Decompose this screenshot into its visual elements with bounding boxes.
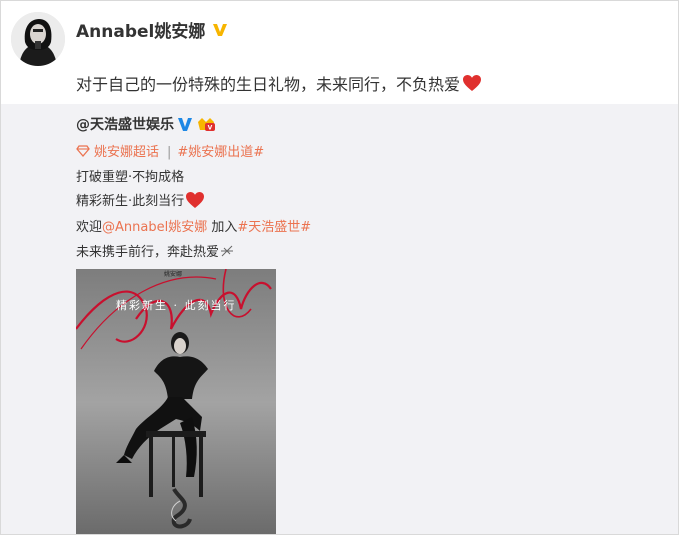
welcome-line: 欢迎@Annabel姚安娜 加入#天浩盛世# bbox=[76, 216, 311, 235]
mention-annabel-link[interactable]: @Annabel姚安娜 bbox=[102, 220, 207, 235]
poster-top-text: 姚安娜 bbox=[164, 271, 183, 278]
reposted-content: @天浩盛世娱乐 V 姚安娜超话 | #姚安娜出道# 打破重塑·不拘成格 精彩新生·此… bbox=[1, 104, 678, 534]
line-new-life-text: 精彩新生·此刻当行 bbox=[76, 194, 185, 209]
annabel-poster-image[interactable]: 姚安娜 精彩新生 · 此刻当行 bbox=[76, 269, 276, 534]
post-text-content: 对于自己的一份特殊的生日礼物，未来同行，不负热爱 bbox=[76, 75, 461, 94]
post-author[interactable]: Annabel姚安娜 bbox=[76, 17, 229, 42]
author-name[interactable]: Annabel姚安娜 bbox=[76, 17, 205, 42]
repost-author-name[interactable]: @天浩盛世娱乐 bbox=[76, 114, 174, 134]
verified-blue-v-icon bbox=[178, 118, 192, 131]
weibo-post-card: Annabel姚安娜 对于自己的一份特殊的生日礼物，未来同行，不负热爱 @天浩盛… bbox=[0, 0, 679, 535]
portrait-avatar-icon bbox=[11, 12, 65, 66]
hashtag-debut-link[interactable]: #姚安娜出道# bbox=[177, 145, 264, 160]
hashtag-tianhao-link[interactable]: #天浩盛世# bbox=[237, 220, 311, 235]
red-heart-icon bbox=[463, 75, 482, 91]
post-text: 对于自己的一份特殊的生日礼物，未来同行，不负热爱 bbox=[76, 71, 482, 95]
topic-line: 姚安娜超话 | #姚安娜出道# bbox=[76, 141, 264, 160]
welcome-join: 加入 bbox=[207, 220, 238, 235]
repost-author[interactable]: @天浩盛世娱乐 V bbox=[76, 114, 216, 134]
supertopic-link[interactable]: 姚安娜超话 bbox=[94, 145, 159, 160]
poster-slogan: 精彩新生 · 此刻当行 bbox=[116, 299, 237, 312]
sparkle-emoji-icon bbox=[221, 245, 234, 256]
member-badge-icon: V bbox=[198, 118, 215, 132]
verified-yellow-v-icon bbox=[213, 23, 228, 36]
diamond-supertopic-icon bbox=[76, 145, 90, 157]
line-new-life: 精彩新生·此刻当行 bbox=[76, 190, 205, 209]
divider: | bbox=[167, 145, 172, 160]
line-break-mold: 打破重塑·不拘成格 bbox=[76, 170, 185, 185]
red-heart-icon bbox=[186, 191, 205, 208]
welcome-prefix: 欢迎 bbox=[76, 220, 103, 235]
future-line: 未来携手前行，奔赴热爱 bbox=[76, 241, 234, 260]
svg-text:V: V bbox=[208, 125, 213, 132]
author-avatar[interactable] bbox=[11, 12, 65, 66]
future-line-text: 未来携手前行，奔赴热爱 bbox=[76, 245, 220, 260]
